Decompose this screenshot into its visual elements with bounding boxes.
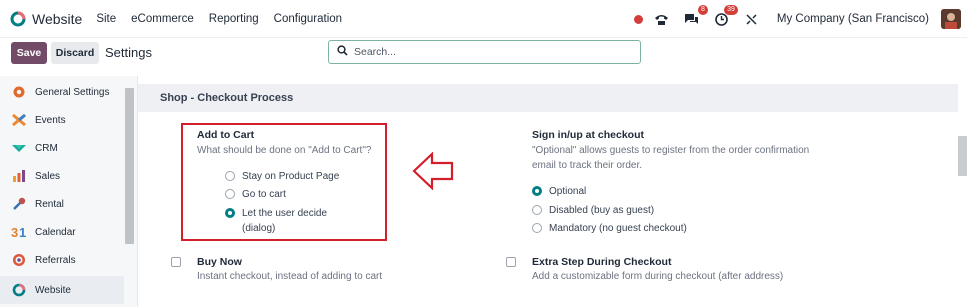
signin-title: Sign in/up at checkout xyxy=(532,129,645,141)
sidebar-item-referrals[interactable]: Referrals xyxy=(0,246,124,274)
website-icon xyxy=(11,282,27,298)
extra-step-description: Add a customizable form during checkout … xyxy=(532,271,784,282)
save-button[interactable]: Save xyxy=(11,42,47,64)
search-input[interactable] xyxy=(354,46,634,58)
search-box[interactable] xyxy=(328,40,641,64)
messages-icon[interactable]: 8 xyxy=(683,5,708,27)
sidebar-item-label: Referrals xyxy=(35,254,76,266)
sidebar-item-calendar[interactable]: 31 Calendar xyxy=(0,218,124,246)
search-icon xyxy=(337,45,348,59)
radio-signin-mandatory[interactable]: Mandatory (no guest checkout) xyxy=(532,221,687,236)
rental-key-icon xyxy=(11,196,27,212)
sidebar-item-label: CRM xyxy=(35,142,58,154)
sidebar-item-label: Rental xyxy=(35,198,64,210)
sidebar-item-label: Events xyxy=(35,114,66,126)
menu-item-reporting[interactable]: Reporting xyxy=(209,13,259,25)
main-scrollbar[interactable] xyxy=(958,136,967,176)
radio-label: Mandatory (no guest checkout) xyxy=(549,223,687,234)
radio-signin-disabled[interactable]: Disabled (buy as guest) xyxy=(532,203,654,218)
sidebar-scrollbar[interactable] xyxy=(125,88,134,244)
annotation-highlight-box xyxy=(181,123,387,241)
sidebar-item-events[interactable]: Events xyxy=(0,106,124,134)
radio-label: Optional xyxy=(549,186,587,197)
website-app-icon[interactable] xyxy=(10,11,26,27)
sales-chart-icon xyxy=(11,168,27,184)
buy-now-description: Instant checkout, instead of adding to c… xyxy=(197,271,383,282)
sidebar-item-rental[interactable]: Rental xyxy=(0,190,124,218)
buy-now-checkbox[interactable] xyxy=(171,257,181,267)
sidebar-item-label: Calendar xyxy=(35,226,76,238)
settings-sidebar: General Settings Events CRM Sales Rental… xyxy=(0,76,138,307)
events-icon xyxy=(11,112,27,128)
radio-button[interactable] xyxy=(532,205,542,215)
radio-label: Disabled (buy as guest) xyxy=(549,205,655,216)
company-switcher[interactable]: My Company (San Francisco) xyxy=(777,13,929,25)
radio-button[interactable] xyxy=(532,223,542,233)
sidebar-item-website[interactable]: Website xyxy=(0,276,124,304)
systray: 8 39 My Company (San Francisco) xyxy=(633,0,961,38)
section-header: Shop - Checkout Process xyxy=(138,84,958,112)
settings-gear-icon xyxy=(11,84,27,100)
sidebar-item-label: General Settings xyxy=(35,86,110,98)
crm-icon xyxy=(11,140,27,156)
sidebar-item-crm[interactable]: CRM xyxy=(0,134,124,162)
calendar-icon: 31 xyxy=(11,224,27,240)
extra-step-title: Extra Step During Checkout xyxy=(532,256,672,268)
sidebar-item-label: Website xyxy=(35,284,71,296)
top-navbar: Website Site eCommerce Reporting Configu… xyxy=(0,0,967,38)
phone-icon[interactable] xyxy=(653,11,671,27)
discard-button[interactable]: Discard xyxy=(51,42,99,64)
radio-signin-optional[interactable]: Optional xyxy=(532,184,586,199)
app-title[interactable]: Website xyxy=(32,11,82,27)
control-panel: Save Discard Settings xyxy=(0,38,967,72)
status-dot-icon[interactable] xyxy=(633,14,643,24)
messages-badge: 8 xyxy=(697,5,708,15)
menu-item-configuration[interactable]: Configuration xyxy=(274,13,342,25)
sidebar-item-label: Sales xyxy=(35,170,61,182)
referrals-icon xyxy=(11,252,27,268)
radio-button-selected[interactable] xyxy=(532,186,542,196)
signin-description-line1: "Optional" allows guests to register fro… xyxy=(532,145,810,156)
menu-item-site[interactable]: Site xyxy=(96,13,116,25)
svg-text:3: 3 xyxy=(11,225,18,239)
svg-text:1: 1 xyxy=(19,225,26,239)
annotation-arrow-icon xyxy=(412,152,454,190)
activity-badge: 39 xyxy=(724,5,738,15)
activity-clock-icon[interactable]: 39 xyxy=(713,5,738,27)
sidebar-item-sales[interactable]: Sales xyxy=(0,162,124,190)
page-title: Settings xyxy=(105,45,152,60)
main-menu: Site eCommerce Reporting Configuration xyxy=(96,13,342,25)
sidebar-item-general-settings[interactable]: General Settings xyxy=(0,78,124,106)
extra-step-checkbox[interactable] xyxy=(506,257,516,267)
buy-now-title: Buy Now xyxy=(197,256,242,268)
menu-item-ecommerce[interactable]: eCommerce xyxy=(131,13,194,25)
signin-description-line2: email to track their order. xyxy=(532,160,643,171)
debug-tools-icon[interactable] xyxy=(743,11,761,27)
user-avatar[interactable] xyxy=(941,9,961,29)
